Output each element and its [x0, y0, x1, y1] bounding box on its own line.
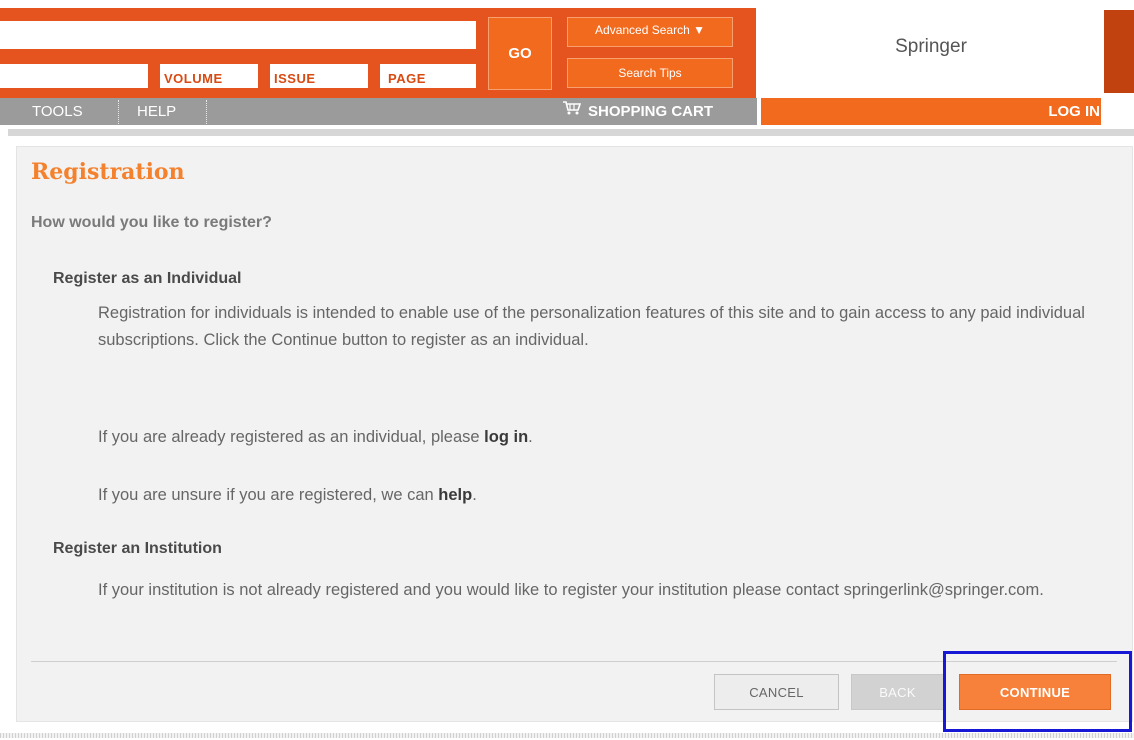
nav-separator: [206, 100, 207, 124]
nav-underline: [8, 129, 1134, 136]
unsure-suffix: .: [472, 486, 477, 504]
shopping-cart-link[interactable]: SHOPPING CART: [562, 98, 713, 125]
issue-label: ISSUE: [274, 71, 316, 86]
already-registered-suffix: .: [528, 428, 533, 446]
search-tips-button[interactable]: Search Tips: [567, 58, 733, 88]
page-title: Registration: [31, 159, 185, 185]
journal-input[interactable]: [0, 64, 148, 88]
institution-heading: Register an Institution: [53, 540, 222, 557]
footer-divider: [31, 661, 1117, 662]
individual-description: Registration for individuals is intended…: [98, 304, 1085, 349]
search-input[interactable]: [0, 21, 476, 49]
page-input[interactable]: PAGE: [380, 64, 476, 88]
continue-button[interactable]: CONTINUE: [959, 674, 1111, 710]
go-button[interactable]: GO: [488, 17, 552, 90]
register-question: How would you like to register?: [31, 214, 272, 231]
back-button[interactable]: BACK: [851, 674, 944, 710]
page-label: PAGE: [388, 71, 426, 86]
shopping-cart-icon: [562, 98, 582, 126]
unsure-prefix: If you are unsure if you are registered,…: [98, 486, 439, 504]
advanced-search-button[interactable]: Advanced Search ▼: [567, 17, 733, 47]
volume-label: VOLUME: [164, 71, 223, 86]
already-registered-text: If you are already registered as an indi…: [98, 424, 1088, 451]
help-link-inline[interactable]: help: [438, 486, 472, 504]
individual-heading: Register as an Individual: [53, 270, 242, 287]
cancel-button[interactable]: CANCEL: [714, 674, 839, 710]
brand-name: Springer: [895, 36, 967, 57]
login-link[interactable]: LOG IN: [1048, 98, 1100, 125]
nav-separator: [118, 100, 119, 124]
issue-input[interactable]: ISSUE: [270, 64, 368, 88]
already-registered-prefix: If you are already registered as an indi…: [98, 428, 485, 446]
login-link-inline[interactable]: log in: [484, 428, 528, 446]
bottom-border: [0, 733, 1134, 738]
institution-description: If your institution is not already regis…: [98, 581, 1044, 599]
shopping-cart-label: SHOPPING CART: [588, 102, 714, 120]
header-edge-strip: [1104, 10, 1134, 93]
volume-input[interactable]: VOLUME: [160, 64, 258, 88]
nav-tools[interactable]: TOOLS: [32, 98, 83, 125]
nav-help[interactable]: HELP: [137, 98, 176, 125]
unsure-text: If you are unsure if you are registered,…: [98, 482, 1088, 509]
